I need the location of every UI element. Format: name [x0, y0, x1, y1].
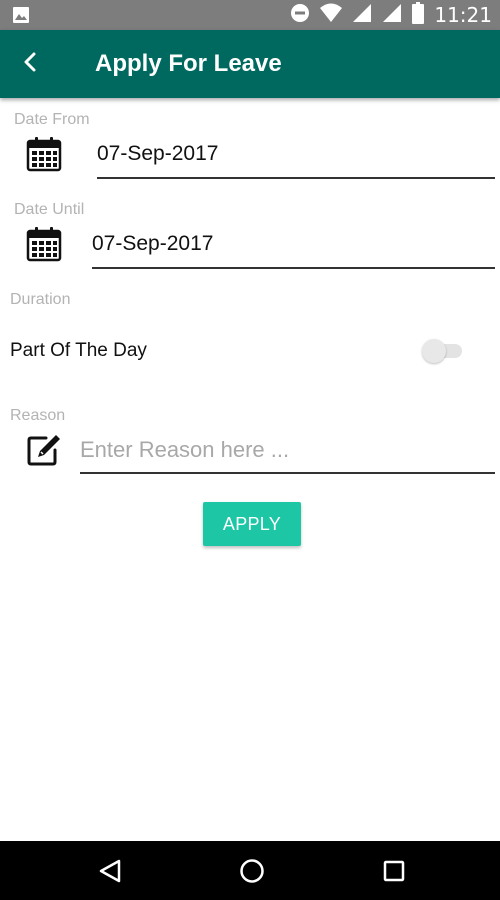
calendar-icon[interactable] — [26, 136, 62, 172]
duration-caption: Duration — [10, 291, 71, 308]
reason-input[interactable] — [80, 432, 494, 468]
part-of-day-toggle[interactable] — [422, 338, 464, 364]
back-button[interactable] — [10, 44, 50, 84]
part-of-day-label: Part Of The Day — [10, 340, 147, 361]
toggle-thumb — [422, 339, 446, 363]
home-circle-icon[interactable] — [234, 853, 270, 889]
wifi-icon — [320, 3, 343, 28]
page-title: Apply For Leave — [95, 50, 282, 77]
reason-caption: Reason — [10, 407, 66, 424]
reason-underline — [80, 472, 495, 474]
battery-icon — [412, 1, 425, 29]
date-from-field[interactable]: 07-Sep-2017 — [97, 142, 218, 166]
status-time: 11:21 — [434, 3, 492, 27]
date-until-field[interactable]: 07-Sep-2017 — [92, 232, 213, 256]
cellular-signal-icon — [352, 3, 372, 28]
apply-button[interactable]: APPLY — [203, 502, 301, 546]
edit-icon — [26, 433, 62, 469]
app-bar: Apply For Leave — [0, 30, 500, 98]
chevron-left-icon — [22, 51, 38, 78]
back-triangle-icon[interactable] — [93, 853, 129, 889]
image-icon — [12, 6, 30, 29]
date-until-underline — [92, 267, 495, 269]
calendar-icon[interactable] — [26, 226, 62, 262]
date-from-underline — [97, 177, 495, 179]
status-icons: 11:21 — [290, 0, 492, 30]
status-bar: 11:21 — [0, 0, 500, 30]
date-from-caption: Date From — [14, 111, 90, 128]
cellular-signal-icon — [382, 3, 402, 28]
date-until-caption: Date Until — [14, 201, 85, 218]
navigation-bar — [0, 841, 500, 900]
do-not-disturb-icon — [290, 3, 310, 28]
recents-square-icon[interactable] — [376, 853, 412, 889]
